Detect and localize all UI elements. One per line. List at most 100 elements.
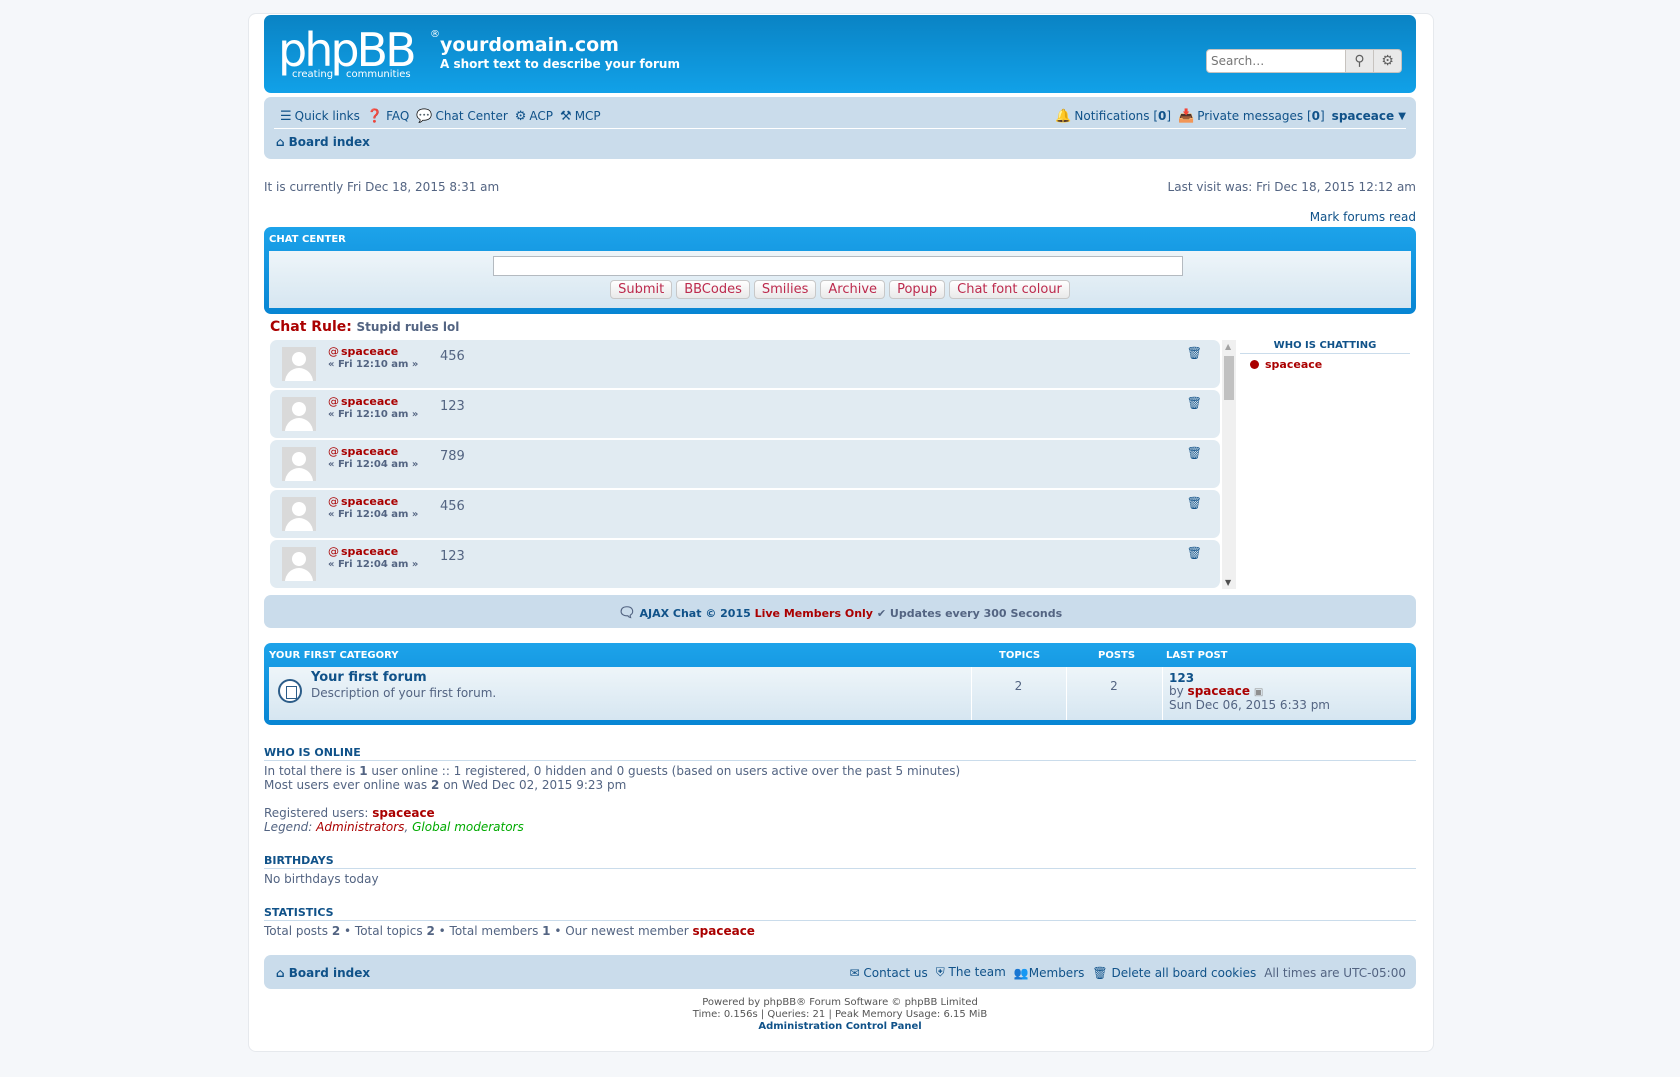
advanced-search-button[interactable]: ⚙ — [1374, 49, 1402, 73]
user-menu[interactable]: spaceace ▼ — [1332, 109, 1406, 123]
scroll-down-arrow-icon[interactable]: ▼ — [1225, 578, 1231, 587]
search-button[interactable]: ⚲ — [1346, 49, 1374, 73]
who-is-chatting: WHO IS CHATTING spaceace — [1240, 340, 1410, 371]
chat-message-text: 456 — [440, 499, 465, 514]
newest-member-label: • Our newest member — [554, 924, 689, 938]
acp-link[interactable]: ⚙ ACP — [515, 109, 553, 124]
logo-tagline: creating — [292, 69, 334, 80]
online-status-icon — [1250, 360, 1259, 369]
footer-board-index-link[interactable]: ⌂ Board index — [276, 966, 370, 980]
chat-center-link[interactable]: 💬 Chat Center — [416, 109, 507, 124]
chat-message-user[interactable]: @ spaceace — [328, 545, 398, 558]
chat-icon: 💬 — [416, 108, 433, 124]
delete-cookies-link[interactable]: 🗑 Delete all board cookies — [1092, 966, 1256, 980]
envelope-icon: ✉ — [849, 965, 860, 980]
phpbb-logo[interactable]: phpBB ® creating communities — [278, 23, 440, 81]
shield-icon: ⛨ — [935, 965, 945, 979]
category-title[interactable]: YOUR FIRST CATEGORY — [269, 650, 399, 661]
legend-line: Legend: Administrators, Global moderator… — [264, 820, 1416, 834]
chat-popup-button[interactable]: Popup — [889, 280, 946, 299]
trash-icon[interactable]: 🗑 — [1187, 346, 1202, 360]
chat-message-text: 123 — [440, 549, 465, 564]
home-icon: ⌂ — [276, 135, 285, 149]
faq-link[interactable]: ❓ FAQ — [367, 109, 409, 124]
chat-smilies-button[interactable]: Smilies — [753, 280, 817, 299]
online-record-pre: Most users ever online was — [264, 778, 428, 792]
avatar — [282, 547, 316, 581]
members-label: Members — [1028, 965, 1085, 980]
forum-row: Your first forum Description of your fir… — [269, 667, 1411, 720]
legend-administrators-link[interactable]: Administrators — [316, 820, 404, 834]
last-post-date: Sun Dec 06, 2015 6:33 pm — [1169, 698, 1330, 712]
chat-message-input[interactable] — [493, 256, 1183, 276]
last-post-title-link[interactable]: 123 — [1169, 671, 1194, 685]
forum-title-link[interactable]: Your first forum — [311, 670, 427, 685]
avatar — [282, 347, 316, 381]
members-link[interactable]: 👥Members — [1014, 966, 1085, 980]
chatting-user[interactable]: spaceace — [1250, 358, 1410, 371]
chat-message-user[interactable]: @ spaceace — [328, 395, 398, 408]
trash-icon[interactable]: 🗑 — [1187, 496, 1202, 510]
caret-down-icon: ▼ — [1398, 110, 1406, 122]
logo-reg: ® — [430, 29, 440, 40]
logo-tagline-2: communities — [346, 69, 411, 80]
chat-submit-button[interactable]: Submit — [610, 280, 673, 299]
registered-users-line: Registered users: spaceace — [264, 806, 1416, 820]
chat-bbcodes-button[interactable]: BBCodes — [676, 280, 750, 299]
contact-us-link[interactable]: ✉ Contact us — [849, 966, 927, 980]
chat-message-user[interactable]: @ spaceace — [328, 495, 398, 508]
admin-control-panel-link[interactable]: Administration Control Panel — [264, 1021, 1416, 1033]
trash-icon[interactable]: 🗑 — [1187, 396, 1202, 410]
who-is-online-title[interactable]: WHO IS ONLINE — [264, 746, 1416, 761]
total-members-value: 1 — [542, 924, 551, 938]
chat-username: spaceace — [341, 545, 399, 558]
trash-icon[interactable]: 🗑 — [1187, 546, 1202, 560]
last-post: 123 by spaceace ▣ Sun Dec 06, 2015 6:33 … — [1169, 672, 1330, 712]
trash-icon: 🗑 — [1092, 965, 1108, 980]
mcp-link[interactable]: ⚒ MCP — [560, 109, 601, 124]
current-time: It is currently Fri Dec 18, 2015 8:31 am — [264, 180, 500, 194]
breadcrumb[interactable]: ⌂ Board index — [276, 135, 370, 149]
delete-cookies-label: Delete all board cookies — [1111, 965, 1257, 980]
view-latest-post-icon[interactable]: ▣ — [1254, 687, 1263, 698]
legend-global-moderators-link[interactable]: Global moderators — [412, 820, 524, 834]
chat-username: spaceace — [341, 445, 399, 458]
chat-buttons: Submit BBCodes Smilies Archive Popup Cha… — [269, 280, 1411, 299]
question-icon: ❓ — [366, 108, 384, 124]
cogs-icon: ⚙ — [514, 108, 527, 124]
powered-by-text: Powered by phpBB® Forum Software © phpBB… — [702, 997, 978, 1008]
update-interval-value: 300 — [983, 607, 1007, 620]
the-team-link[interactable]: ⛨ The team — [936, 965, 1006, 980]
avatar — [282, 497, 316, 531]
newest-member-link[interactable]: spaceace — [693, 924, 755, 938]
online-record-line: Most users ever online was 2 on Wed Dec … — [264, 778, 1416, 792]
chat-message-user[interactable]: @ spaceace — [328, 345, 398, 358]
chat-scrollbar[interactable]: ▲ ▼ — [1222, 340, 1236, 589]
registered-users-label: Registered users: — [264, 806, 369, 820]
last-post-user-link[interactable]: spaceace — [1188, 684, 1250, 698]
contact-us-label: Contact us — [863, 965, 928, 980]
site-name: yourdomain.com — [440, 34, 619, 56]
registered-user-link[interactable]: spaceace — [372, 806, 434, 820]
private-messages-link[interactable]: 📥 Private messages [0] — [1178, 109, 1325, 124]
quick-links-label: Quick links — [294, 109, 360, 123]
search-box: ⚲ ⚙ — [1206, 49, 1402, 73]
chat-username: spaceace — [341, 495, 399, 508]
search-input[interactable] — [1206, 49, 1346, 73]
navbar: ☰ Quick links ❓ FAQ 💬 Chat Center ⚙ ACP ⚒ MCP… — [264, 97, 1416, 159]
mcp-label: MCP — [574, 109, 601, 123]
trash-icon[interactable]: 🗑 — [1187, 446, 1202, 460]
scroll-up-arrow-icon[interactable]: ▲ — [1225, 342, 1231, 351]
chat-archive-button[interactable]: Archive — [820, 280, 886, 299]
chat-font-colour-button[interactable]: Chat font colour — [949, 280, 1070, 299]
mark-forums-read-link[interactable]: Mark forums read — [1310, 210, 1416, 224]
column-divider — [1162, 667, 1163, 720]
quick-links-menu[interactable]: ☰ Quick links — [280, 109, 360, 124]
chat-message: @ spaceace « Fri 12:04 am » 456 🗑 — [270, 490, 1220, 538]
scrollbar-thumb[interactable] — [1224, 356, 1234, 400]
forum-category: YOUR FIRST CATEGORY TOPICS POSTS LAST PO… — [264, 643, 1416, 725]
bell-icon: 🔔 — [1055, 108, 1072, 124]
online-record-count: 2 — [431, 778, 440, 792]
chat-message-user[interactable]: @ spaceace — [328, 445, 398, 458]
notifications-link[interactable]: 🔔 Notifications [0] — [1055, 109, 1171, 124]
